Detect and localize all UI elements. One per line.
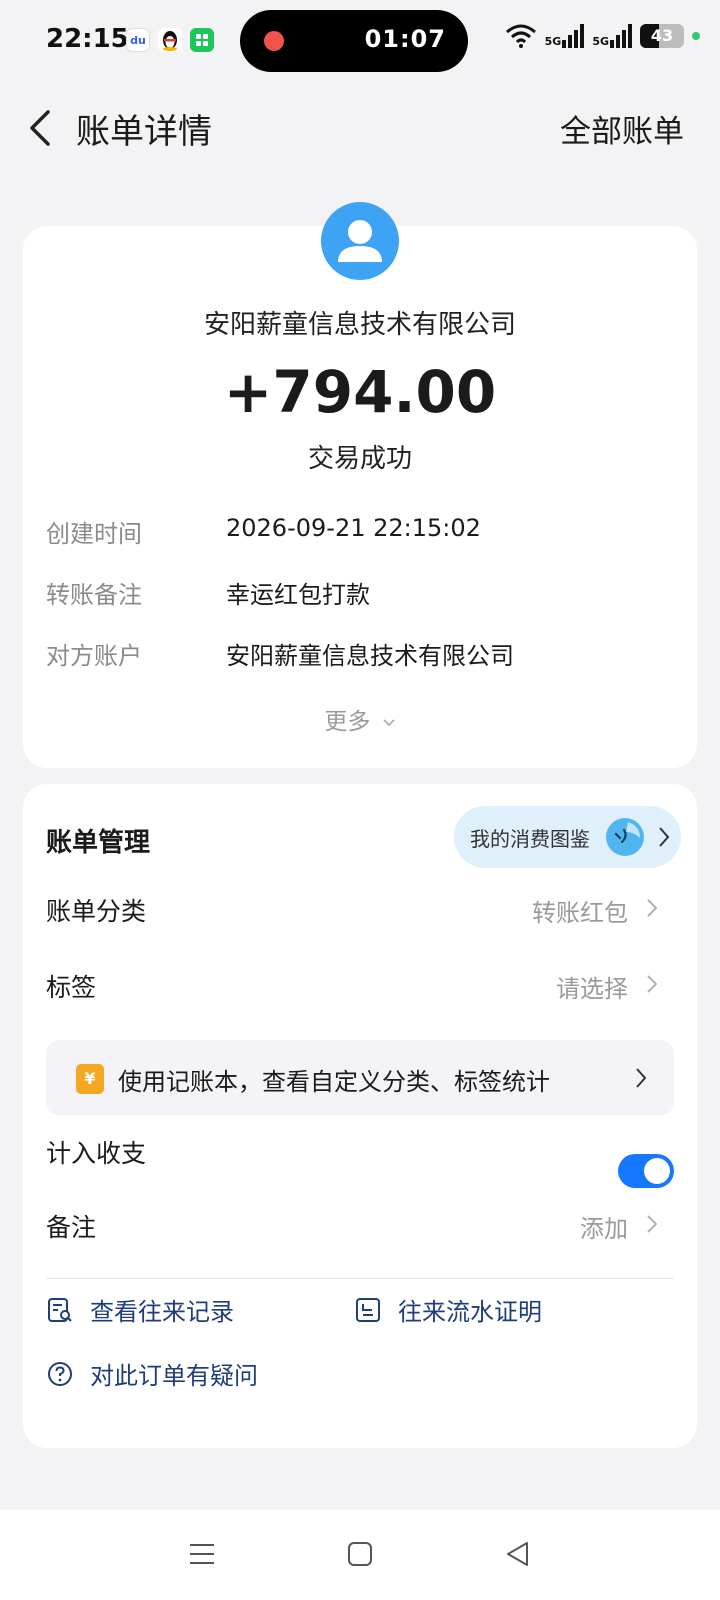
home-icon[interactable] <box>344 1538 376 1570</box>
signal-bars-icon <box>610 24 632 48</box>
include-in-stats-label: 计入收支 <box>46 1139 147 1168</box>
status-bar: 22:15 du 01:07 5G 5G 43 <box>0 0 720 84</box>
signal-1: 5G <box>545 24 585 48</box>
order-question-label: 对此订单有疑问 <box>90 1362 258 1390</box>
user-silhouette-icon <box>338 220 382 262</box>
green-app-icon <box>190 28 214 52</box>
include-in-stats-toggle[interactable] <box>618 1154 674 1188</box>
network-type-1: 5G <box>544 35 562 48</box>
transaction-status: 交易成功 <box>307 444 412 474</box>
baidu-icon: du <box>126 28 150 52</box>
status-time: 22:15 <box>46 24 129 54</box>
record-search-icon <box>48 1297 72 1322</box>
view-history-link[interactable]: 查看往来记录 <box>46 1292 234 1327</box>
view-history-label: 查看往来记录 <box>90 1298 234 1326</box>
more-label: 更多 <box>324 709 371 735</box>
bill-category-value[interactable]: 转账红包 <box>532 893 628 928</box>
signal-bars-icon <box>562 24 585 48</box>
note-label: 备注 <box>46 1213 97 1242</box>
chevron-right-icon[interactable] <box>646 898 658 918</box>
back-arrow-icon[interactable] <box>26 106 56 150</box>
bill-management-title: 账单管理 <box>46 828 151 858</box>
transaction-amount: +794.00 <box>223 358 497 426</box>
counterparty-label: 对方账户 <box>46 642 142 670</box>
transaction-proof-link[interactable]: 往来流水证明 <box>354 1292 542 1327</box>
spending-atlas-button[interactable]: 我的消费图鉴 <box>454 806 681 868</box>
transaction-proof-label: 往来流水证明 <box>398 1298 542 1326</box>
menu-icon[interactable] <box>186 1538 218 1570</box>
all-bills-link[interactable]: 全部账单 <box>560 106 684 151</box>
transfer-note-value: 幸运红包打款 <box>226 581 370 609</box>
system-navigation-bar <box>0 1510 720 1600</box>
payee-name: 安阳薪童信息技术有限公司 <box>203 310 516 340</box>
bill-management-card <box>23 784 697 1448</box>
qq-penguin-icon <box>158 28 182 52</box>
counterparty-value: 安阳薪童信息技术有限公司 <box>226 642 514 670</box>
bill-category-label: 账单分类 <box>46 897 147 926</box>
document-icon <box>356 1297 380 1322</box>
created-time-label: 创建时间 <box>46 520 142 548</box>
recording-pill[interactable]: 01:07 <box>240 10 468 72</box>
status-app-icons: du <box>126 28 214 52</box>
toggle-knob <box>644 1158 670 1184</box>
chevron-down-icon <box>383 718 395 726</box>
battery-icon: 43 <box>640 24 684 48</box>
spending-atlas-label: 我的消费图鉴 <box>470 827 590 851</box>
wifi-icon <box>505 24 536 48</box>
tag-value[interactable]: 请选择 <box>556 969 628 1004</box>
privacy-indicator-icon <box>692 32 700 40</box>
chevron-right-icon <box>659 827 670 847</box>
transfer-note-label: 转账备注 <box>46 581 142 609</box>
more-details-button[interactable]: 更多 <box>0 702 720 736</box>
mascot-icon <box>606 818 644 856</box>
payee-avatar <box>321 202 399 280</box>
tag-label: 标签 <box>46 973 97 1002</box>
chevron-right-icon[interactable] <box>646 1214 658 1234</box>
ledger-book-icon: ¥ <box>76 1064 104 1094</box>
app-header: 账单详情 全部账单 <box>0 92 720 164</box>
status-indicators: 5G 5G 43 <box>505 24 700 48</box>
order-question-link[interactable]: 对此订单有疑问 <box>46 1356 258 1391</box>
recording-timer: 01:07 <box>364 25 446 53</box>
page-title: 账单详情 <box>76 112 212 152</box>
network-type-2: 5G <box>592 35 609 48</box>
chevron-right-icon[interactable] <box>646 974 658 994</box>
recording-dot-icon <box>264 31 284 51</box>
ledger-promo-banner[interactable]: ¥ 使用记账本，查看自定义分类、标签统计 <box>46 1040 674 1116</box>
note-add-value[interactable]: 添加 <box>580 1209 628 1244</box>
ledger-promo-text: 使用记账本，查看自定义分类、标签统计 <box>118 1068 550 1096</box>
signal-2: 5G <box>592 24 632 48</box>
divider <box>46 1278 674 1279</box>
created-time-value: 2026-09-21 22:15:02 <box>226 514 481 542</box>
battery-level: 43 <box>650 26 674 45</box>
chevron-right-icon <box>636 1068 647 1088</box>
question-circle-icon <box>48 1361 72 1386</box>
back-triangle-icon[interactable] <box>502 1538 534 1570</box>
